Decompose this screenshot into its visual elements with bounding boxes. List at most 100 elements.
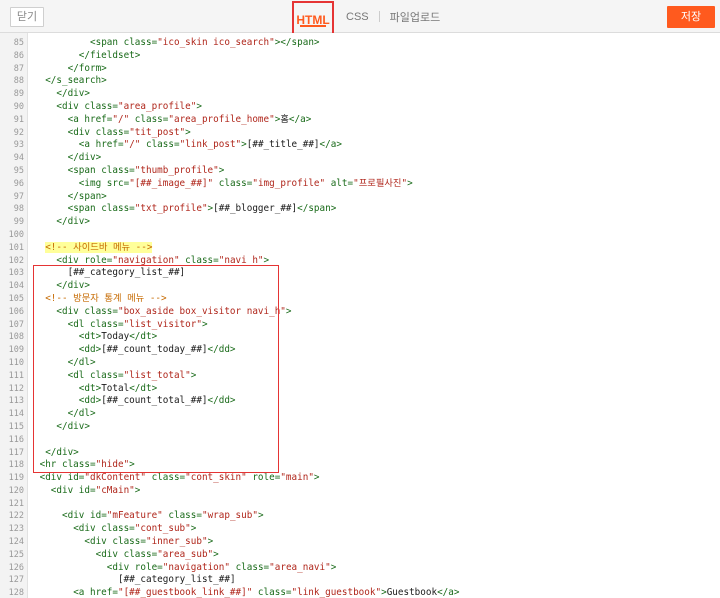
line-number: 118 [8,460,24,471]
code-token: "cont_skin" [185,472,247,484]
code-line[interactable]: 112 <dt>Total</dt> [0,383,720,396]
code-line[interactable]: 86 </fieldset> [0,50,720,63]
code-token: "navi_h" [218,254,264,266]
code-token: > [263,254,270,266]
code-line[interactable]: 125 <div class="area_sub"> [0,549,720,562]
code-line[interactable]: 109 <dd>[##_count_today_##]</dd> [0,344,720,357]
code-editor[interactable]: 85 <span class="ico_skin ico_search"></sp… [0,33,720,598]
code-lines[interactable]: 85 <span class="ico_skin ico_search"></sp… [0,37,720,598]
code-line[interactable]: 128 <a href="[##_guestbook_link_##]" clas… [0,587,720,598]
code-line[interactable]: 127 [##_category_list_##] [0,574,720,587]
code-token: > [190,369,197,381]
code-line[interactable]: 102 <div role="navigation" class="navi_h"… [0,255,720,268]
code-token: [##_count_total_##] [101,395,208,407]
code-token: role= [84,254,113,266]
code-line[interactable]: 103 [##_category_list_##] [0,267,720,280]
editor-toolbar: 닫기 HTML CSS 파일업로드 저장 [0,0,720,35]
line-number: 106 [8,306,24,317]
code-line[interactable]: 106 <div class="box_aside box_visitor nav… [0,306,720,319]
code-token: </div> [56,216,90,228]
code-token: id= [78,484,96,496]
code-text: <div id="cMain"> [41,485,141,498]
code-token: </dd> [207,344,236,356]
code-text: </dl> [58,357,96,370]
code-token: "cMain" [95,484,135,496]
code-token: class= [95,126,130,138]
code-line[interactable]: 118 <hr class="hide"> [0,459,720,472]
close-button[interactable]: 닫기 [10,7,44,27]
code-line[interactable]: 85 <span class="ico_skin ico_search"></sp… [0,37,720,50]
code-line[interactable]: 97 </span> [0,191,720,204]
code-text: <div class="area_sub"> [86,549,219,562]
code-text: </form> [58,63,107,76]
tab-css[interactable]: CSS [342,11,373,23]
code-line[interactable]: 113 <dd>[##_count_total_##]</dd> [0,395,720,408]
line-number: 112 [8,383,24,394]
code-line[interactable]: 89 </div> [0,88,720,101]
code-line[interactable]: 95 <span class="thumb_profile"> [0,165,720,178]
code-line[interactable]: 123 <div class="cont_sub"> [0,523,720,536]
code-token: </dd> [207,395,236,407]
code-line[interactable]: 115 </div> [0,421,720,434]
code-line[interactable]: 108 <dt>Today</dt> [0,331,720,344]
code-line[interactable]: 117 </div> [0,447,720,460]
code-line[interactable]: 93 <a href="/" class="link_post">[##_titl… [0,139,720,152]
code-token: class= [61,459,96,471]
code-line[interactable]: 99 </div> [0,216,720,229]
tab-html[interactable]: HTML [292,0,334,35]
tab-file-upload[interactable]: 파일업로드 [386,9,445,25]
code-line[interactable]: 119 <div id="dkContent" class="cont_skin"… [0,472,720,485]
code-token: <div [106,561,135,573]
code-text: <div class="tit_post"> [58,127,191,140]
line-number: 121 [8,498,24,509]
code-line[interactable]: 122 <div id="mFeature" class="wrap_sub"> [0,510,720,523]
line-number: 126 [8,562,24,573]
code-line[interactable]: 94 </div> [0,152,720,165]
code-line[interactable]: 116 [0,434,720,447]
code-token: "img_profile" [252,177,326,189]
code-text: </div> [58,152,102,165]
code-token: class= [252,587,292,598]
code-line[interactable]: 90 <div class="area_profile"> [0,101,720,114]
code-line[interactable]: 111 <dl class="list_total"> [0,370,720,383]
code-line[interactable]: 107 <dl class="list_visitor"> [0,319,720,332]
code-token: "thumb_profile" [134,164,219,176]
code-line[interactable]: 101 <!-- 사이드바 메뉴 --> [0,241,720,255]
code-line[interactable]: 92 <div class="tit_post"> [0,127,720,140]
code-token: "tit_post" [129,126,186,138]
line-number: 122 [8,511,24,522]
code-line[interactable]: 91 <a href="/" class="area_profile_home">… [0,114,720,127]
line-number: 117 [8,447,24,458]
code-token: class= [145,472,186,484]
code-line[interactable]: 105 <!-- 방문자 통계 메뉴 --> [0,293,720,306]
code-token: alt= [325,177,354,189]
code-text: </s_search> [35,75,107,88]
code-token: href= [95,139,124,151]
code-token: <div [39,472,68,484]
code-token: "area_sub" [157,548,214,560]
code-token: <span [90,37,124,48]
code-token: "link_guestbook" [291,587,382,598]
code-token: <span [67,203,102,215]
save-button[interactable]: 저장 [667,6,715,28]
code-token: class= [213,177,253,189]
code-token: [##_blogger_##] [213,203,298,215]
code-text: <dt>Today</dt> [69,331,157,344]
code-line[interactable]: 110 </dl> [0,357,720,370]
code-line[interactable]: 124 <div class="inner_sub"> [0,536,720,549]
code-line[interactable]: 87 </form> [0,63,720,76]
code-line[interactable]: 88 </s_search> [0,75,720,88]
code-token: Guestbook [386,587,438,598]
code-line[interactable]: 121 [0,498,720,511]
code-line[interactable]: 96 <img src="[##_image_##]" class="img_pr… [0,178,720,191]
code-line[interactable]: 114 </dl> [0,408,720,421]
code-line[interactable]: 126 <div role="navigation" class="area_na… [0,562,720,575]
code-line[interactable]: 98 <span class="txt_profile">[##_blogger_… [0,203,720,216]
code-token: "area_profile_home" [168,113,275,125]
code-text: </div> [46,280,90,293]
code-line[interactable]: 120 <div id="cMain"> [0,485,720,498]
code-line[interactable]: 100 [0,229,720,242]
code-line[interactable]: 104 </div> [0,280,720,293]
line-number: 113 [8,396,24,407]
code-token: </div> [56,280,90,292]
